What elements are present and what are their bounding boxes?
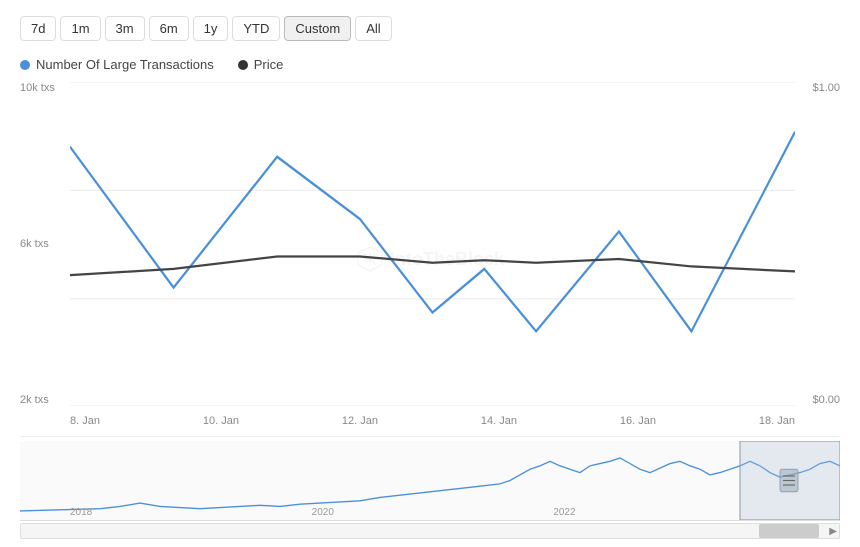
main-chart-svg	[70, 82, 795, 406]
time-btn-3m[interactable]: 3m	[105, 16, 145, 41]
time-btn-7d[interactable]: 7d	[20, 16, 56, 41]
y-label-top-left: 10k txs	[20, 82, 70, 94]
scrollbar-track	[21, 524, 839, 538]
time-btn-custom[interactable]: Custom	[284, 16, 351, 41]
chart-legend: Number Of Large Transactions Price	[20, 57, 840, 72]
y-label-mid-left: 6k txs	[20, 238, 70, 250]
time-btn-ytd[interactable]: YTD	[232, 16, 280, 41]
main-container: 7d1m3m6m1yYTDCustomAll Number Of Large T…	[0, 0, 860, 547]
chart-area: 10k txs 6k txs 2k txs $1.00 $0.00 I	[20, 82, 840, 539]
mini-label-2022: 2022	[553, 507, 575, 518]
x-label-3: 12. Jan	[342, 415, 378, 427]
x-label-1: 8. Jan	[70, 415, 100, 427]
x-label-4: 14. Jan	[481, 415, 517, 427]
legend-label: Number Of Large Transactions	[36, 57, 214, 72]
price-line	[70, 256, 795, 275]
time-btn-1y[interactable]: 1y	[193, 16, 229, 41]
legend-dot	[20, 60, 30, 70]
legend-item: Number Of Large Transactions	[20, 57, 214, 72]
legend-item: Price	[238, 57, 284, 72]
x-axis: 8. Jan 10. Jan 12. Jan 14. Jan 16. Jan 1…	[70, 406, 795, 436]
legend-label: Price	[254, 57, 284, 72]
legend-dot	[238, 60, 248, 70]
main-chart: 10k txs 6k txs 2k txs $1.00 $0.00 I	[20, 82, 840, 437]
y-label-top-right: $1.00	[795, 82, 840, 94]
x-label-6: 18. Jan	[759, 415, 795, 427]
time-range-selector: 7d1m3m6m1yYTDCustomAll	[20, 16, 840, 41]
y-label-bot-left: 2k txs	[20, 394, 70, 406]
mini-label-2018: 2018	[70, 507, 92, 518]
time-btn-6m[interactable]: 6m	[149, 16, 189, 41]
y-axis-left: 10k txs 6k txs 2k txs	[20, 82, 70, 406]
mini-label-2020: 2020	[312, 507, 334, 518]
chart-svg-area	[70, 82, 795, 406]
scrollbar-thumb[interactable]	[759, 524, 819, 538]
y-axis-right: $1.00 $0.00	[795, 82, 840, 406]
transactions-line	[70, 132, 795, 331]
scroll-right-arrow[interactable]: ▶	[829, 526, 837, 537]
mini-labels: 2018 2020 2022	[70, 507, 795, 518]
scrollbar[interactable]: ◀ ▶	[20, 523, 840, 539]
mini-chart: 2018 2020 2022	[20, 441, 840, 521]
time-btn-1m[interactable]: 1m	[60, 16, 100, 41]
time-btn-all[interactable]: All	[355, 16, 391, 41]
x-label-5: 16. Jan	[620, 415, 656, 427]
y-label-bot-right: $0.00	[795, 394, 840, 406]
x-label-2: 10. Jan	[203, 415, 239, 427]
